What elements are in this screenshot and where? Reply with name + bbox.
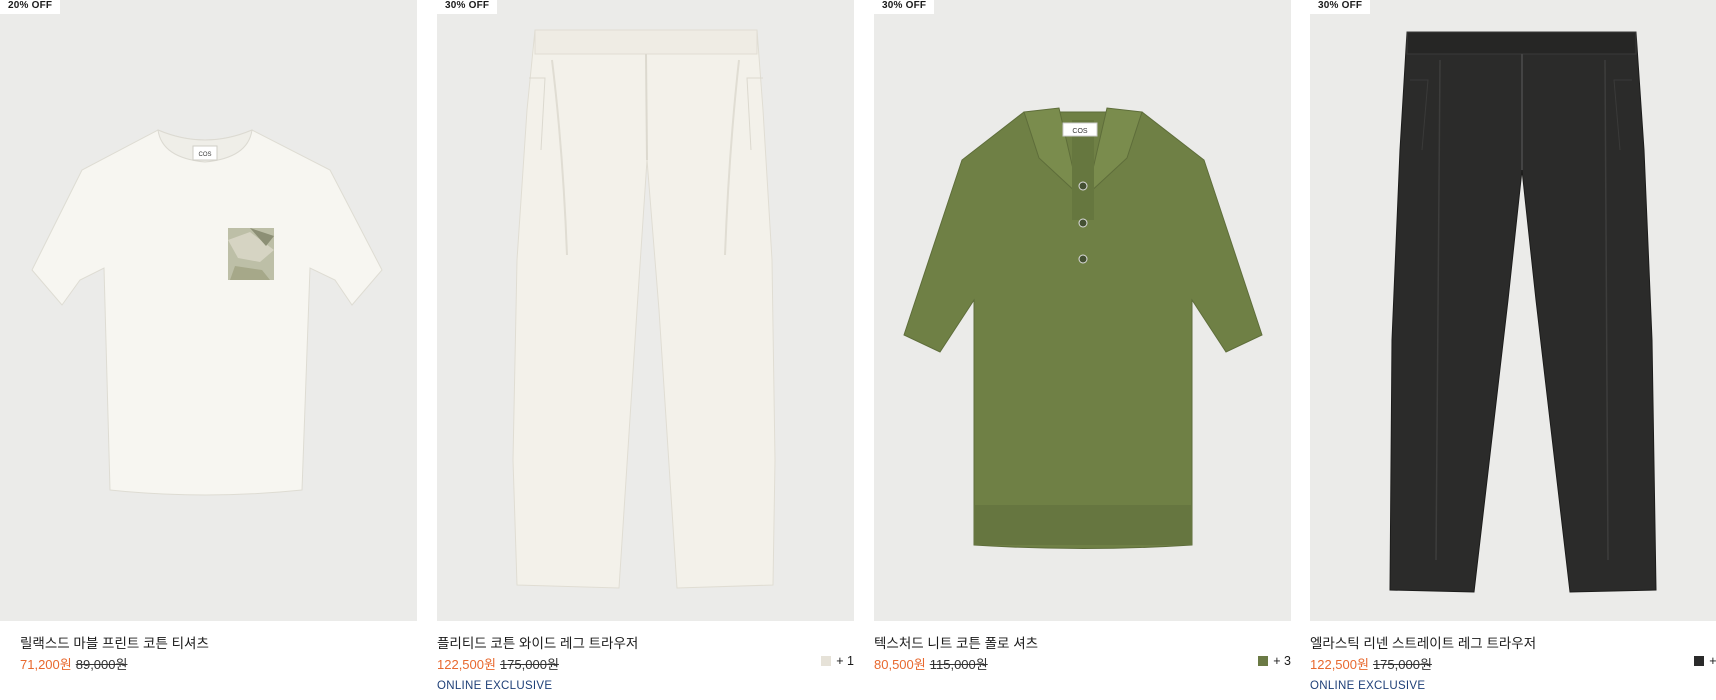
- product-info: 엘라스틱 리넨 스트레이트 레그 트라우저 122,500원 175,000원 +…: [1310, 621, 1716, 700]
- color-swatch[interactable]: [821, 656, 832, 666]
- sale-price: 80,500원: [874, 657, 926, 672]
- sale-price: 71,200원: [20, 657, 72, 672]
- svg-text:COS: COS: [198, 152, 211, 158]
- sale-price: 122,500원: [437, 657, 496, 672]
- product-image[interactable]: COS 20% OFF: [0, 0, 417, 621]
- product-info: 텍스처드 니트 코튼 폴로 셔츠 80,500원 115,000원 + 3: [874, 621, 1291, 700]
- original-price: 115,000원: [929, 657, 988, 672]
- original-price: 89,000원: [75, 657, 128, 672]
- product-name[interactable]: 엘라스틱 리넨 스트레이트 레그 트라우저: [1310, 632, 1536, 652]
- color-swatch[interactable]: [1258, 656, 1269, 666]
- discount-badge: 30% OFF: [437, 0, 498, 14]
- product-name[interactable]: 텍스처드 니트 코튼 폴로 셔츠: [874, 632, 1038, 652]
- color-swatches[interactable]: + 3: [1258, 654, 1291, 668]
- product-name[interactable]: 플리티드 코튼 와이드 레그 트라우저: [437, 632, 638, 652]
- original-price: 175,000원: [1372, 657, 1432, 672]
- product-card[interactable]: 30% OFF 엘라스틱 리넨 스트레이트 레그 트라우저 122,500원 17…: [1310, 0, 1716, 700]
- online-exclusive-label: ONLINE EXCLUSIVE: [437, 680, 553, 692]
- cream-trousers-image: [437, 0, 854, 621]
- black-trousers-image: [1310, 0, 1716, 621]
- product-image[interactable]: 30% OFF: [1310, 0, 1716, 621]
- color-swatches[interactable]: + 2: [1694, 654, 1716, 668]
- more-colors-count: + 2: [1709, 654, 1716, 668]
- price-row: 80,500원 115,000원: [874, 654, 988, 673]
- product-card[interactable]: COS 20% OFF 릴랙스드 마블 프린트 코튼 티셔츠 71,200원 89…: [0, 0, 417, 700]
- more-colors-count: + 3: [1273, 654, 1291, 668]
- discount-badge: 20% OFF: [0, 0, 61, 14]
- svg-text:COS: COS: [1072, 128, 1088, 135]
- color-swatch[interactable]: [1694, 656, 1705, 666]
- price-row: 122,500원 175,000원: [437, 654, 559, 673]
- product-name[interactable]: 릴랙스드 마블 프린트 코튼 티셔츠: [20, 632, 209, 652]
- product-card[interactable]: COS 30% OFF 텍스처드 니트 코튼 폴로 셔츠 80,500원 115,…: [874, 0, 1291, 700]
- original-price: 175,000원: [499, 657, 559, 672]
- discount-badge: 30% OFF: [874, 0, 935, 14]
- price-row: 122,500원 175,000원: [1310, 654, 1432, 673]
- online-exclusive-label: ONLINE EXCLUSIVE: [1310, 680, 1426, 692]
- product-info: 릴랙스드 마블 프린트 코튼 티셔츠 71,200원 89,000원: [0, 621, 417, 700]
- price-row: 71,200원 89,000원: [20, 654, 127, 673]
- product-grid: COS 20% OFF 릴랙스드 마블 프린트 코튼 티셔츠 71,200원 89…: [0, 0, 1716, 700]
- product-image[interactable]: COS 30% OFF: [874, 0, 1291, 621]
- discount-badge: 30% OFF: [1310, 0, 1371, 14]
- sale-price: 122,500원: [1310, 657, 1369, 672]
- product-card[interactable]: 30% OFF 플리티드 코튼 와이드 레그 트라우저 122,500원 175,…: [437, 0, 854, 700]
- white-tshirt-image: COS: [0, 0, 417, 621]
- product-info: 플리티드 코튼 와이드 레그 트라우저 122,500원 175,000원 + 1…: [437, 621, 854, 700]
- product-image[interactable]: 30% OFF: [437, 0, 854, 621]
- green-polo-image: COS: [874, 0, 1291, 621]
- more-colors-count: + 1: [836, 654, 854, 668]
- color-swatches[interactable]: + 1: [821, 654, 854, 668]
